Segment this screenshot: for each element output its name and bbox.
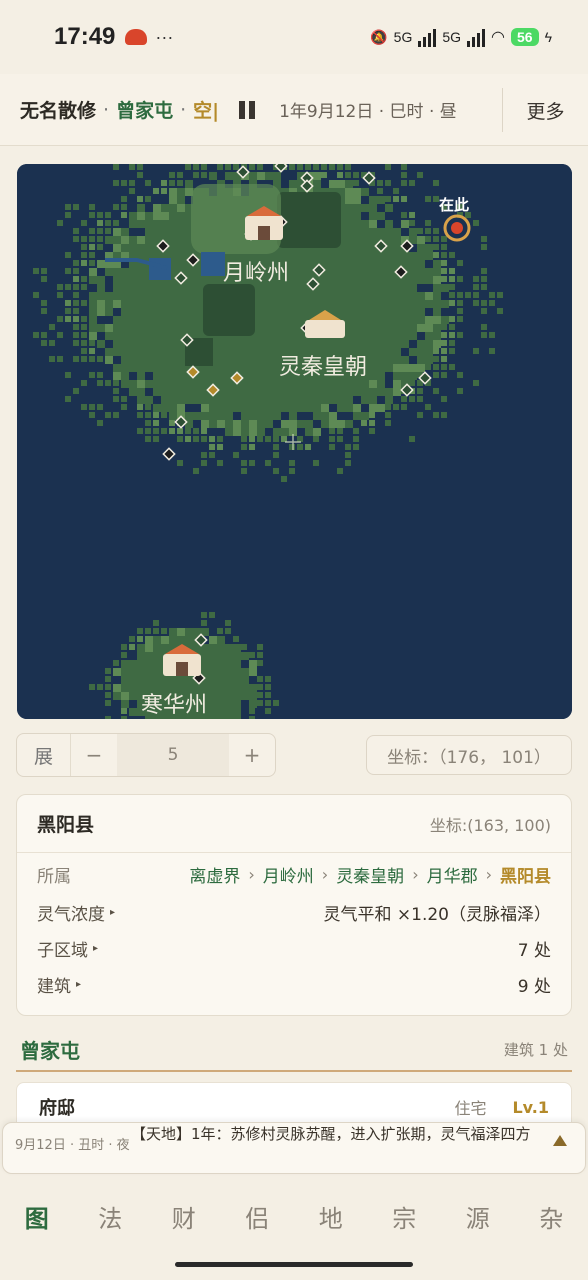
zoom-level: 5: [117, 734, 229, 776]
game-date: 1年9月12日 · 巳时 · 昼: [279, 102, 457, 122]
expand-up-icon[interactable]: [553, 1135, 567, 1146]
qi-value: 灵气平和 ×1.20（灵脉福泽）: [323, 904, 552, 925]
separator: ·: [180, 98, 187, 121]
tab-source[interactable]: 源: [441, 1199, 515, 1234]
here-label: 在此: [439, 196, 469, 214]
belong-row: 所属 离虚界 › 月岭州 › 灵秦皇朝 › 月华郡 › 黑阳县: [37, 859, 551, 889]
mute-icon: 🔕: [370, 28, 388, 45]
tab-map[interactable]: 图: [0, 1199, 74, 1234]
signal-icon: [418, 27, 437, 47]
current-location[interactable]: 曾家屯: [116, 96, 173, 123]
region-detail-card: 黑阳县 坐标:(163, 100) 所属 离虚界 › 月岭州 › 灵秦皇朝 › …: [16, 794, 572, 1016]
pause-icon[interactable]: [239, 100, 256, 119]
zoom-control: 展 − 5 +: [16, 733, 276, 777]
tab-misc[interactable]: 杂: [515, 1199, 588, 1234]
expand-triangle-icon: ▸: [76, 978, 82, 990]
zoom-label: 展: [17, 734, 71, 776]
settlement-building-count: 建筑 1 处: [503, 1040, 568, 1059]
building-label: 建筑: [37, 976, 71, 997]
expand-triangle-icon: ▸: [93, 942, 99, 954]
chevron-right-icon: ›: [485, 864, 492, 884]
network-type-1: 5G: [393, 29, 413, 45]
breadcrumb-item[interactable]: 月岭州: [263, 862, 314, 887]
chevron-right-icon: ›: [248, 864, 255, 884]
separator: ·: [103, 98, 110, 121]
building-count: 9 处: [517, 976, 551, 997]
tab-companion[interactable]: 侣: [221, 1199, 295, 1234]
app-notification-icon: [125, 29, 148, 45]
zoom-in-button[interactable]: +: [229, 734, 275, 776]
region-label-lingqin[interactable]: 灵秦皇朝: [279, 355, 367, 380]
belong-label: 所属: [37, 866, 71, 887]
breadcrumb-item[interactable]: 月华郡: [427, 862, 478, 887]
region-title: 黑阳县: [37, 814, 95, 836]
subregion-count: 7 处: [517, 940, 551, 961]
tab-methods[interactable]: 法: [74, 1199, 148, 1234]
expand-triangle-icon: ▸: [110, 906, 116, 918]
breadcrumb-current: 黑阳县: [500, 866, 551, 887]
tab-land[interactable]: 地: [294, 1199, 368, 1234]
charging-icon: ϟ: [544, 29, 552, 45]
tab-wealth[interactable]: 财: [147, 1199, 221, 1234]
character-name[interactable]: 无名散修: [20, 96, 96, 123]
building-name: 府邸: [39, 1098, 75, 1119]
breadcrumb-item[interactable]: 灵秦皇朝: [336, 862, 404, 887]
log-time: 9月12日 · 丑时 · 夜: [15, 1138, 130, 1153]
building-row[interactable]: 建筑 ▸ 9 处: [37, 969, 551, 999]
world-map[interactable]: 在此 月岭州 灵秦皇朝 寒华州: [17, 164, 572, 719]
home-indicator[interactable]: [175, 1262, 413, 1267]
clock: 17:49: [54, 23, 116, 50]
log-message: 【天地】1年：苏修村灵脉苏醒，进入扩张期，灵气福泽四方: [131, 1125, 531, 1143]
more-button[interactable]: 更多: [502, 88, 588, 132]
status-bar: 17:49 ··· 🔕 5G 5G ◠ 56 ϟ: [0, 0, 588, 74]
qi-label: 灵气浓度: [37, 904, 105, 925]
building-level: Lv.1: [512, 1097, 549, 1117]
zoom-out-button[interactable]: −: [71, 734, 117, 776]
settlement-title: 曾家屯: [20, 1038, 80, 1063]
settlement-section-header: 曾家屯 建筑 1 处: [16, 1028, 572, 1072]
event-log[interactable]: 9月12日 · 丑时 · 夜 【天地】1年：苏修村灵脉苏醒，进入扩张期，灵气福泽…: [2, 1122, 586, 1174]
subregion-row[interactable]: 子区域 ▸ 7 处: [37, 933, 551, 963]
subregion-label: 子区域: [37, 940, 88, 961]
tab-sect[interactable]: 宗: [368, 1199, 442, 1234]
bottom-nav: 图 法 财 侣 地 宗 源 杂: [0, 1178, 588, 1254]
building-type: 住宅: [454, 1099, 487, 1118]
wifi-icon: ◠: [491, 29, 505, 46]
breadcrumb-item[interactable]: 离虚界: [189, 862, 240, 887]
network-type-2: 5G: [442, 29, 462, 45]
region-coordinates: 坐标:(163, 100): [429, 815, 551, 835]
battery-icon: 56: [511, 28, 539, 46]
coordinate-readout[interactable]: 坐标：（176， 101）: [366, 735, 572, 775]
top-bar: 无名散修 · 曾家屯 · 空| 1年9月12日 · 巳时 · 昼 更多: [0, 74, 588, 146]
more-notifications-icon: ···: [155, 26, 174, 47]
region-label-hanhua[interactable]: 寒华州: [141, 693, 207, 718]
qi-row[interactable]: 灵气浓度 ▸ 灵气平和 ×1.20（灵脉福泽）: [37, 897, 551, 927]
chevron-right-icon: ›: [321, 864, 329, 884]
region-label-yueling[interactable]: 月岭州: [223, 261, 289, 286]
signal-icon-2: [467, 27, 486, 47]
activity-state: 空|: [193, 100, 220, 122]
breadcrumb: 离虚界 › 月岭州 › 灵秦皇朝 › 月华郡 › 黑阳县: [189, 862, 551, 887]
chevron-right-icon: ›: [412, 864, 419, 884]
